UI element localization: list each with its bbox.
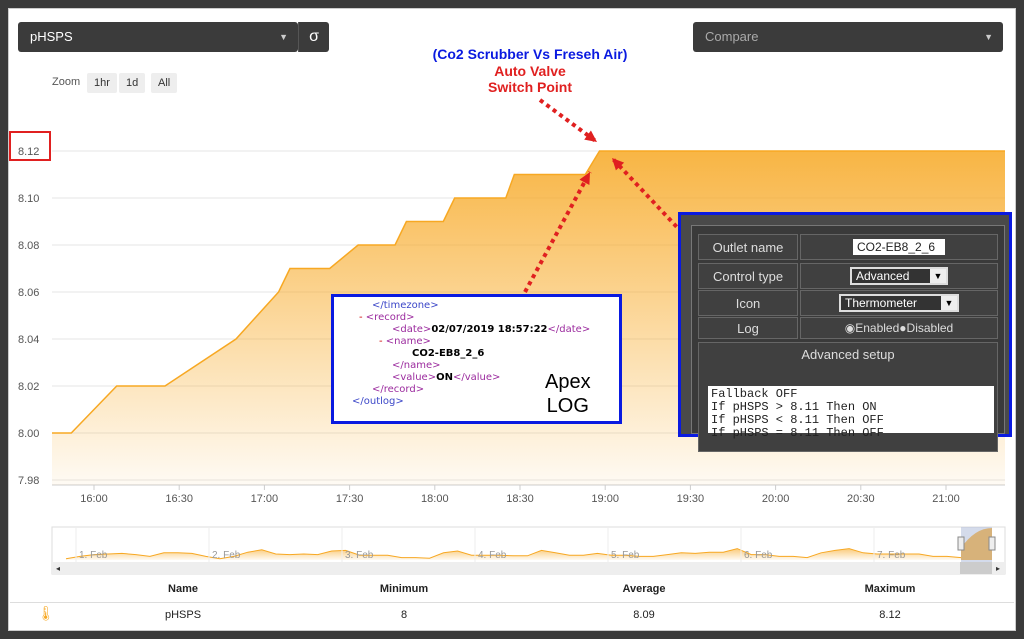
navigator-tick-label: 7. Feb (877, 550, 906, 561)
control-type-select[interactable]: Advanced ▼ (850, 267, 948, 285)
scrollbar[interactable] (52, 562, 1005, 574)
x-tick-label: 18:30 (506, 493, 534, 505)
x-tick-label: 16:30 (165, 493, 193, 505)
navigator-tick-label: 6. Feb (744, 550, 773, 561)
icon-label: Icon (698, 290, 798, 316)
apex-log-label: Apex LOG (545, 370, 591, 418)
column-header[interactable]: Name (168, 583, 198, 595)
outlet-config-panel: Outlet name CO2-EB8_2_6 Control type Advan… (678, 212, 1012, 452)
chevron-down-icon: ▼ (941, 296, 957, 310)
scroll-right-icon[interactable]: ▸ (996, 564, 1000, 573)
x-tick-label: 20:00 (762, 493, 790, 505)
y-tick-label: 7.98 (18, 475, 39, 487)
y-tick-label: 8.12 (18, 146, 39, 158)
log-tag: <date> (392, 324, 432, 335)
icon-value: Thermometer (845, 296, 918, 310)
apex-label: Apex (545, 371, 591, 393)
column-header[interactable]: Average (622, 583, 665, 595)
log-line: <record> (365, 312, 415, 323)
log-tag: </date> (547, 324, 591, 335)
table-cell: 8 (400, 609, 408, 621)
navigator-tick-label: 1. Feb (79, 550, 108, 561)
annotation-title: (Co2 Scrubber Vs Freseh Air) (432, 46, 628, 62)
y-tick-label: 8.10 (18, 193, 39, 205)
advanced-program-textarea[interactable]: Fallback OFF If pHSPS > 8.11 Then ON If … (708, 386, 994, 440)
column-header[interactable]: Maximum (865, 583, 916, 595)
log-tag: </record> (372, 384, 425, 395)
log-label: LOG (546, 395, 589, 417)
x-tick-label: 19:30 (677, 493, 705, 505)
log-tag: <value> (392, 372, 437, 383)
table-cell: pHSPS (164, 609, 202, 621)
log-tag: <name> (385, 336, 431, 347)
chevron-down-icon: ▼ (930, 269, 946, 283)
collapse-icon[interactable]: - (359, 312, 363, 323)
log-label: Log (698, 317, 798, 339)
outlet-name-label: Outlet name (698, 234, 798, 260)
x-tick-label: 20:30 (847, 493, 875, 505)
log-enabled-label: Enabled (855, 321, 900, 335)
log-tag: </outlog> (352, 396, 404, 407)
navigator-tick-label: 5. Feb (611, 550, 640, 561)
log-tag: </name> (392, 360, 441, 371)
navigator-tick-label: 3. Feb (345, 550, 374, 561)
scrollbar-thumb[interactable] (960, 562, 992, 574)
column-header[interactable]: Minimum (380, 583, 428, 595)
x-tick-label: 21:00 (932, 493, 960, 505)
scroll-left-icon[interactable]: ◂ (56, 564, 60, 573)
navigator-tick-label: 4. Feb (478, 550, 507, 561)
y-tick-label: 8.00 (18, 428, 39, 440)
control-type-label: Control type (698, 263, 798, 289)
log-value: ON (436, 372, 453, 383)
collapse-icon[interactable]: - (379, 336, 383, 347)
icon-select[interactable]: Thermometer ▼ (839, 294, 959, 312)
thermometer-icon: 🌡︎ (37, 605, 55, 621)
log-line: </timezone> (372, 300, 439, 311)
log-disabled-label: Disabled (906, 321, 954, 335)
table-cell: 8.12 (879, 609, 901, 621)
table-divider (10, 602, 1014, 603)
navigator-handle[interactable] (988, 536, 996, 551)
y-tick-label: 8.08 (18, 240, 39, 252)
x-tick-label: 17:00 (251, 493, 279, 505)
y-tick-label: 8.04 (18, 334, 39, 346)
annotation-line2: Switch Point (488, 79, 572, 95)
table-cell: 8.09 (633, 609, 655, 621)
x-tick-label: 17:30 (336, 493, 364, 505)
radio-enabled[interactable]: ◉ (845, 321, 855, 335)
outlet-name-input[interactable]: CO2-EB8_2_6 (853, 239, 945, 255)
radio-disabled[interactable]: ● (899, 321, 906, 335)
x-tick-label: 16:00 (80, 493, 108, 505)
navigator-tick-label: 2. Feb (212, 550, 241, 561)
x-tick-label: 19:00 (591, 493, 619, 505)
log-tag: </value> (452, 372, 501, 383)
advanced-setup-label: Advanced setup (801, 347, 895, 362)
annotation-line1: Auto Valve (494, 63, 566, 79)
navigator-handle[interactable] (957, 536, 965, 551)
y-tick-label: 8.06 (18, 287, 39, 299)
y-tick-label: 8.02 (18, 381, 39, 393)
log-date: 02/07/2019 18:57:22 (431, 324, 548, 335)
x-tick-label: 18:00 (421, 493, 449, 505)
control-type-value: Advanced (856, 269, 910, 283)
log-name: CO2-EB8_2_6 (412, 348, 485, 359)
